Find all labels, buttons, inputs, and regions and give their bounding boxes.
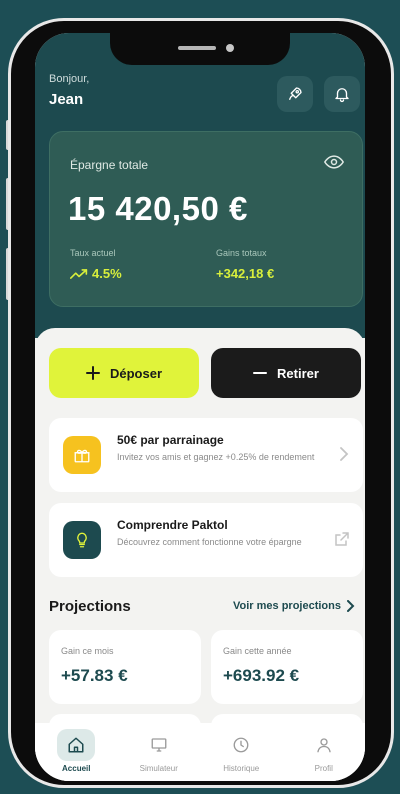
- external-link-icon: [335, 532, 349, 546]
- nav-item-profile[interactable]: Profil: [292, 729, 356, 773]
- gift-icon: [74, 449, 90, 463]
- gain-month-card: Gain ce mois +57.83 €: [49, 630, 201, 704]
- speaker: [178, 46, 216, 50]
- bottom-nav: Accueil Simulateur Historique Profil: [35, 723, 365, 781]
- rate-label: Taux actuel: [70, 248, 116, 258]
- chevron-right-icon: [340, 447, 349, 461]
- camera: [226, 44, 234, 52]
- rocket-button[interactable]: [277, 76, 313, 112]
- deposit-button[interactable]: Déposer: [49, 348, 199, 398]
- user-icon: [317, 738, 331, 753]
- nav-icon-box: [222, 729, 260, 761]
- learn-title: Comprendre Paktol: [117, 518, 228, 532]
- nav-label-simulator: Simulateur: [139, 764, 178, 773]
- notifications-button[interactable]: [324, 76, 360, 112]
- chevron-right-icon: [347, 600, 355, 612]
- minus-icon: [253, 372, 268, 374]
- savings-amount: 15 420,50 €: [68, 190, 248, 227]
- gain-year-card: Gain cette année +693.92 €: [211, 630, 363, 704]
- bell-icon: [335, 88, 349, 103]
- plus-icon: [85, 366, 100, 380]
- nav-item-history[interactable]: Historique: [209, 729, 273, 773]
- nav-item-simulator[interactable]: Simulateur: [127, 729, 191, 773]
- nav-item-home[interactable]: Accueil: [44, 729, 108, 773]
- referral-subtitle: Invitez vos amis et gagnez +0.25% de ren…: [117, 452, 315, 462]
- referral-card[interactable]: 50€ par parrainage Invitez vos amis et g…: [49, 418, 363, 492]
- deposit-label: Déposer: [109, 365, 163, 381]
- header-section: Bonjour, Jean Épargne totale 15 420,50 €…: [35, 33, 365, 338]
- nav-label-home: Accueil: [62, 764, 91, 773]
- lightbulb-icon-box: [63, 521, 101, 559]
- see-projections-link[interactable]: Voir mes projections: [233, 600, 355, 612]
- rate-value: 4.5%: [70, 266, 122, 281]
- savings-label: Épargne totale: [70, 158, 149, 172]
- home-icon: [68, 737, 84, 753]
- gain-year-value: +693.92 €: [223, 666, 300, 685]
- learn-subtitle: Découvrez comment fonctionne votre éparg…: [117, 537, 302, 547]
- referral-title: 50€ par parrainage: [117, 433, 224, 447]
- user-name: Jean: [49, 91, 84, 108]
- see-projections-label: Voir mes projections: [233, 600, 341, 612]
- eye-icon: [323, 155, 345, 169]
- monitor-icon: [151, 738, 167, 752]
- gain-month-label: Gain ce mois: [61, 646, 114, 656]
- nav-icon-box: [140, 729, 178, 761]
- gains-label: Gains totaux: [216, 248, 267, 258]
- greeting: Bonjour,: [49, 73, 90, 85]
- projections-title: Projections: [49, 598, 131, 615]
- gift-icon-box: [63, 436, 101, 474]
- withdraw-button[interactable]: Retirer: [211, 348, 361, 398]
- trend-up-icon: [70, 268, 88, 279]
- nav-icon-box: [305, 729, 343, 761]
- clock-icon: [233, 737, 249, 753]
- learn-paktol-card[interactable]: Comprendre Paktol Découvrez comment fonc…: [49, 503, 363, 577]
- lightbulb-icon: [77, 532, 87, 548]
- nav-label-history: Historique: [223, 764, 260, 773]
- notch: [110, 33, 290, 65]
- savings-card: Épargne totale 15 420,50 € Taux actuel 4…: [49, 131, 363, 307]
- app-screen: Bonjour, Jean Épargne totale 15 420,50 €…: [35, 33, 365, 781]
- gain-year-label: Gain cette année: [223, 646, 292, 656]
- gain-month-value: +57.83 €: [61, 666, 128, 685]
- nav-icon-box: [57, 729, 96, 761]
- nav-label-profile: Profil: [314, 764, 333, 773]
- rocket-icon: [289, 87, 302, 100]
- rate-value-text: 4.5%: [92, 266, 122, 281]
- withdraw-label: Retirer: [277, 365, 319, 381]
- toggle-visibility-button[interactable]: [323, 154, 345, 175]
- gains-value: +342,18 €: [216, 266, 275, 281]
